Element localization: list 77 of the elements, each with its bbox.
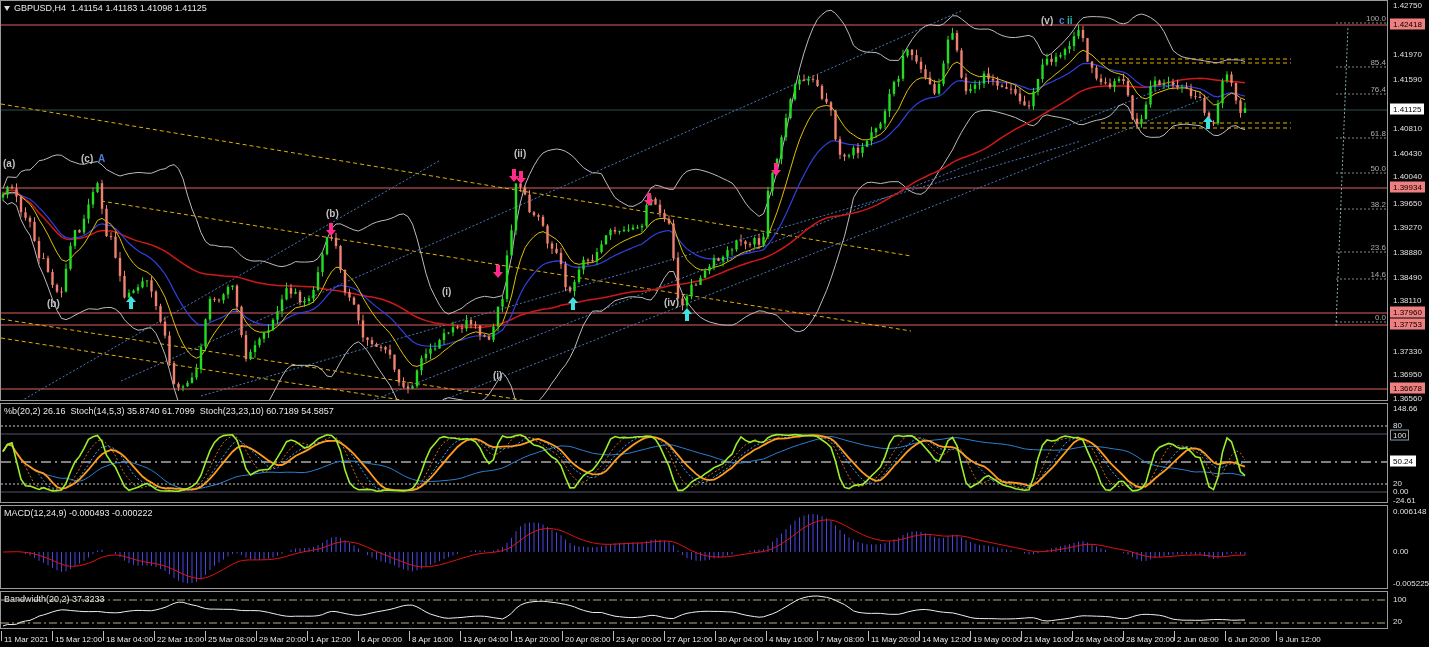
- axis-label: 1.38880: [1392, 246, 1423, 258]
- axis-label: 148.66: [1392, 402, 1419, 414]
- wave-label: (b): [47, 298, 60, 309]
- axis-label: 20: [1392, 615, 1403, 627]
- price-tag: 1.42418: [1390, 18, 1425, 30]
- time-axis-label: 29 Mar 20:00: [256, 631, 307, 641]
- wave-label: c: [1059, 15, 1065, 26]
- wave-label: (c): [81, 153, 94, 164]
- axis-label: 1.39270: [1392, 221, 1423, 233]
- axis-label: 1.41970: [1392, 48, 1423, 60]
- price-tag: 1.37960: [1390, 306, 1425, 318]
- down-arrow-icon: [493, 265, 503, 278]
- chart-title: GBPUSD,H4 1.41154 1.41183 1.41098 1.41125: [14, 3, 207, 13]
- axis-label: 1.39650: [1392, 197, 1423, 209]
- indicator-label: Bandwidth(20,2) 37.3233: [4, 594, 105, 604]
- time-axis-label: 22 Mar 16:00: [154, 631, 205, 641]
- axis-label: 1.41590: [1392, 73, 1423, 85]
- up-arrow-icon: [682, 308, 692, 321]
- axis-label: 1.42750: [1392, 0, 1423, 11]
- axis-label: 1.38110: [1392, 294, 1423, 306]
- wave-label: ii: [1067, 15, 1073, 26]
- fib-level-label: 100.0: [1365, 14, 1386, 23]
- axis-label: 1.38490: [1392, 271, 1423, 283]
- time-axis-label: 18 Mar 04:00: [103, 631, 154, 641]
- price-tag: 1.36678: [1390, 382, 1425, 394]
- fib-level-label: 50.0: [1370, 164, 1386, 173]
- wave-label: (b): [326, 208, 339, 219]
- time-axis-label: 2 Jun 08:00: [1174, 631, 1225, 641]
- fib-level-label: 0.0: [1374, 313, 1386, 322]
- time-axis-label: 25 Mar 08:00: [205, 631, 256, 641]
- axis-label: 100: [1392, 593, 1408, 605]
- axis-label: 100: [1390, 429, 1410, 441]
- time-axis-label: 11 Mar 2021: [1, 631, 52, 641]
- price-tag: 1.41125: [1390, 103, 1425, 115]
- fib-level-label: 85.4: [1370, 58, 1386, 67]
- dropdown-triangle-icon[interactable]: [4, 5, 10, 11]
- wave-label: (i): [493, 370, 503, 381]
- down-arrow-icon: [326, 223, 336, 236]
- down-arrow-icon: [644, 193, 654, 206]
- axis-label: 20: [1392, 477, 1403, 489]
- axis-label: 1.37330: [1392, 345, 1423, 357]
- wave-label: A: [98, 153, 106, 164]
- axis-label: 0.00: [1392, 486, 1410, 497]
- up-arrow-icon: [1203, 116, 1213, 129]
- up-arrow-icon: [126, 296, 136, 309]
- wave-label: (v): [1041, 15, 1054, 26]
- down-arrow-icon: [509, 169, 519, 182]
- axis-label: 50.24: [1390, 455, 1417, 467]
- price-tag: 1.37753: [1390, 318, 1425, 330]
- axis-label: 1.40430: [1392, 147, 1423, 159]
- fib-level-label: 76.4: [1370, 85, 1386, 94]
- axis-label: 0.00: [1392, 545, 1410, 557]
- wave-label: (iv): [664, 297, 679, 308]
- time-axis-label: 6 Jun 20:00: [1225, 631, 1276, 641]
- price-tag: 1.39934: [1390, 181, 1425, 193]
- fib-level-label: 38.2: [1370, 200, 1386, 209]
- axis-label: 0.006148: [1392, 505, 1428, 517]
- wave-label: (ii): [514, 148, 527, 159]
- wave-label: (i): [442, 286, 452, 297]
- axis-label: -0.005225: [1392, 577, 1429, 589]
- indicator-label: %b(20,2) 26.16 Stoch(14,5,3) 35.8740 61.7099 Stoch(23,23,10) 60.7189 54.5857: [4, 406, 334, 416]
- axis-label: 1.36950: [1392, 368, 1423, 380]
- time-axis-label: 9 Jun 12:00: [1276, 631, 1327, 641]
- axis-label: -24.61: [1392, 494, 1417, 506]
- up-arrow-icon: [568, 297, 578, 310]
- fib-level-label: 14.6: [1370, 270, 1386, 279]
- indicator-label: MACD(12,24,9) -0.000493 -0.000222: [4, 508, 153, 518]
- axis-label: 1.40810: [1392, 122, 1423, 134]
- wave-label: (a): [3, 158, 16, 169]
- axis-label: 1.40040: [1392, 170, 1423, 182]
- axis-label: 1.36560: [1392, 392, 1423, 404]
- fib-level-label: 61.8: [1370, 129, 1386, 138]
- down-arrow-icon: [771, 163, 781, 176]
- time-axis-label: 15 Mar 12:00: [52, 631, 103, 641]
- axis-label: 80: [1392, 419, 1403, 431]
- fib-level-label: 23.6: [1370, 243, 1386, 252]
- down-arrow-icon: [516, 171, 526, 184]
